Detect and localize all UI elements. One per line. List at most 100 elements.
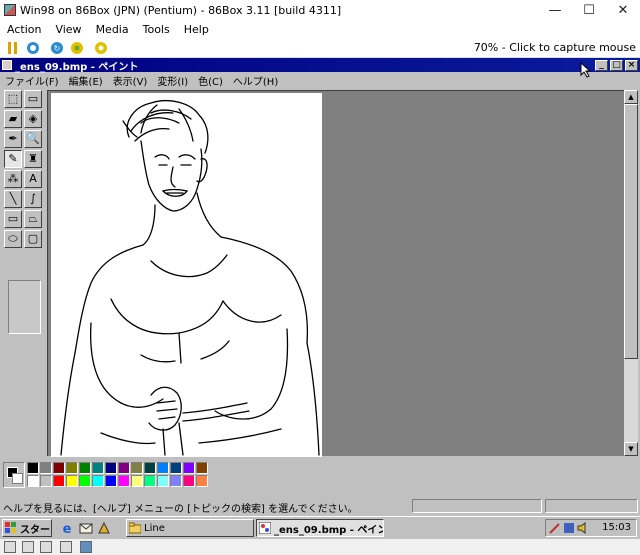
paint-icon [259, 522, 271, 534]
current-colors[interactable] [3, 462, 25, 488]
palette-swatch[interactable] [131, 462, 143, 474]
outlook-express-icon[interactable] [79, 521, 93, 535]
tool-rounded-rectangle-icon[interactable]: ▢ [24, 230, 42, 248]
paint-menu-file[interactable]: ファイル(F) [0, 73, 64, 88]
win98-taskbar: スタート e Line _ens_09.bmp - ペイント 15:03 [0, 516, 640, 538]
paint-menu-help[interactable]: ヘルプ(H) [228, 73, 283, 88]
palette-swatch[interactable] [170, 462, 182, 474]
host-close-button[interactable]: ✕ [606, 0, 640, 20]
palette-swatch[interactable] [40, 475, 52, 487]
start-button[interactable]: スタート [2, 519, 52, 537]
host-window-title: Win98 on 86Box (JPN) (Pentium) - 86Box 3… [20, 3, 342, 17]
host-menu-help[interactable]: Help [177, 23, 216, 36]
host-menu-action[interactable]: Action [0, 23, 48, 36]
palette-swatch[interactable] [105, 462, 117, 474]
paint-close-button[interactable]: × [625, 59, 638, 71]
palette-swatch[interactable] [170, 475, 182, 487]
palette-swatch[interactable] [183, 475, 195, 487]
floppy-icon[interactable] [4, 541, 16, 553]
host-menu-media[interactable]: Media [89, 23, 136, 36]
host-title-bar: Win98 on 86Box (JPN) (Pentium) - 86Box 3… [0, 0, 640, 20]
palette-swatch[interactable] [105, 475, 117, 487]
palette-swatch[interactable] [79, 462, 91, 474]
tool-brush-icon[interactable]: ♜ [24, 150, 42, 168]
taskbar-clock[interactable]: 15:03 [602, 522, 631, 533]
palette-swatch[interactable] [196, 475, 208, 487]
ime-tray-icon[interactable] [563, 522, 575, 534]
palette-swatch[interactable] [66, 462, 78, 474]
capture-mouse-hint[interactable]: 70% - Click to capture mouse [474, 41, 636, 54]
host-maximize-button[interactable]: ☐ [572, 0, 606, 20]
palette-swatch[interactable] [92, 462, 104, 474]
taskbar-button-paint[interactable]: _ens_09.bmp - ペイント [256, 519, 384, 537]
tool-magnifier-icon[interactable]: 🔍 [24, 130, 42, 148]
host-toolbar: ↻ 70% - Click to capture mouse [0, 38, 640, 58]
tool-rect-select-icon[interactable]: ▭ [24, 90, 42, 108]
86box-app-icon [4, 4, 16, 16]
tool-color-picker-icon[interactable]: ✒ [4, 130, 22, 148]
settings-icon[interactable] [94, 41, 108, 55]
tool-eraser-icon[interactable]: ▰ [4, 110, 22, 128]
status-size-cell [545, 499, 638, 513]
taskbar-button-line[interactable]: Line [126, 519, 254, 537]
palette-swatch[interactable] [118, 462, 130, 474]
internet-explorer-icon[interactable]: e [60, 521, 74, 535]
tool-rectangle-icon[interactable]: ▭ [4, 210, 22, 228]
mouse-tray-icon[interactable] [549, 522, 561, 534]
palette-swatch[interactable] [27, 462, 39, 474]
paint-menu-image[interactable]: 変形(I) [152, 73, 193, 88]
palette-swatch[interactable] [144, 462, 156, 474]
paint-maximize-button[interactable]: □ [610, 59, 623, 71]
start-label: スタート [20, 524, 51, 536]
palette-swatch[interactable] [183, 462, 195, 474]
paint-menu-view[interactable]: 表示(V) [108, 73, 153, 88]
paint-minimize-button[interactable]: _ [595, 59, 608, 71]
svg-text:e: e [63, 522, 72, 535]
volume-icon[interactable] [577, 522, 589, 534]
status-coords-cell [412, 499, 542, 513]
host-menu-view[interactable]: View [48, 23, 88, 36]
palette-swatch[interactable] [157, 475, 169, 487]
tool-fill-icon[interactable]: ◈ [24, 110, 42, 128]
paint-menu-colors[interactable]: 色(C) [193, 73, 228, 88]
windows-logo-icon [5, 522, 16, 533]
palette-swatch[interactable] [157, 462, 169, 474]
ctrl-alt-esc-icon[interactable] [70, 41, 84, 55]
palette-swatch[interactable] [118, 475, 130, 487]
ctrl-alt-del-icon[interactable]: ↻ [50, 41, 64, 55]
drawing-canvas[interactable] [51, 93, 322, 457]
tool-airbrush-icon[interactable]: ⁂ [4, 170, 22, 188]
palette-swatch[interactable] [79, 475, 91, 487]
sound-icon[interactable] [80, 541, 92, 553]
host-menu-tools[interactable]: Tools [136, 23, 177, 36]
tool-curve-icon[interactable]: ∫ [24, 190, 42, 208]
palette-swatch[interactable] [196, 462, 208, 474]
tool-free-select-icon[interactable]: ⬚ [4, 90, 22, 108]
palette-swatch[interactable] [92, 475, 104, 487]
vertical-scrollbar[interactable]: ▲ ▼ [624, 90, 638, 456]
palette-swatch[interactable] [131, 475, 143, 487]
palette-swatch[interactable] [27, 475, 39, 487]
cdrom-icon[interactable] [22, 541, 34, 553]
palette-swatch[interactable] [66, 475, 78, 487]
pause-icon[interactable] [6, 41, 20, 55]
tool-pencil-icon[interactable]: ✎ [4, 150, 22, 168]
scroll-up-arrow-icon[interactable]: ▲ [624, 90, 638, 104]
tool-options-panel[interactable] [8, 280, 41, 334]
scroll-thumb[interactable] [624, 104, 638, 359]
host-minimize-button[interactable]: — [538, 0, 572, 20]
scroll-down-arrow-icon[interactable]: ▼ [624, 442, 638, 456]
tool-text-icon[interactable]: A [24, 170, 42, 188]
palette-swatch[interactable] [53, 462, 65, 474]
network-icon[interactable] [60, 541, 72, 553]
hard-reset-icon[interactable] [26, 41, 40, 55]
palette-swatch[interactable] [53, 475, 65, 487]
paint-menu-edit[interactable]: 編集(E) [64, 73, 108, 88]
channels-icon[interactable] [97, 521, 111, 535]
tool-line-icon[interactable]: ╲ [4, 190, 22, 208]
palette-swatch[interactable] [144, 475, 156, 487]
palette-swatch[interactable] [40, 462, 52, 474]
tool-polygon-icon[interactable]: ⏢ [24, 210, 42, 228]
hard-disk-icon[interactable] [40, 541, 52, 553]
tool-ellipse-icon[interactable]: ⬭ [4, 230, 22, 248]
